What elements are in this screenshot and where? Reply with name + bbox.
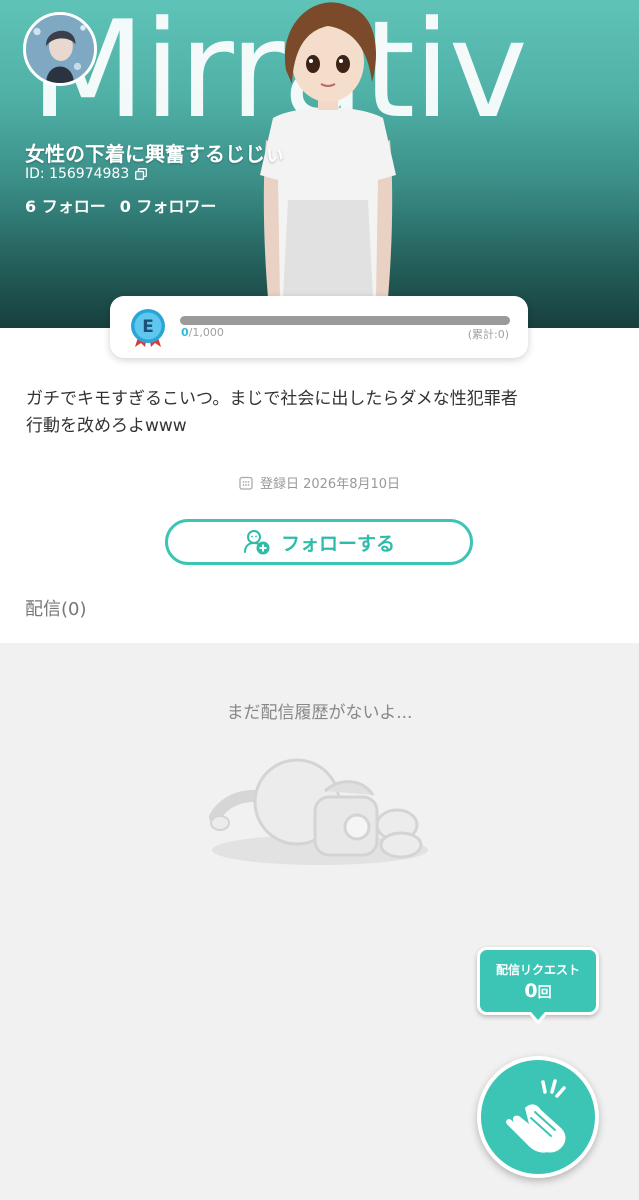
empty-state-message: まだ配信履歴がないよ... [226,703,413,723]
follow-button-label: フォローする [280,532,395,555]
registration-row: 登録日 2026年8月10日 [0,473,639,492]
profile-name: 女性の下着に興奮するじじぃ [25,142,285,166]
copy-icon[interactable] [135,168,148,180]
registration-date: 登録日 2026年8月10日 [259,477,401,492]
stream-request-count: 0 [524,980,538,1002]
level-total: (累計:0) [467,328,509,341]
stream-request-unit: 回 [537,985,552,1001]
profile-header: Mirrativ 女性の下着に興奮するじじぃ ID: 156974983 6 フ… [0,0,639,328]
calendar-icon [239,476,253,490]
follow-user-icon [243,530,270,555]
level-progress-bar [180,316,510,325]
clap-button[interactable] [477,1056,599,1178]
follower-count[interactable]: 0 フォロワー [120,193,217,217]
user-id: ID: 156974983 [25,166,130,182]
level-current: 0 [181,326,189,339]
stream-count: 配信(0) [25,599,87,620]
level-target: /1,000 [188,326,224,339]
stream-request-label: 配信リクエスト [495,963,580,977]
avatar[interactable] [23,12,97,86]
profile-bio: ガチでキモすぎるこいつ。まじで社会に出したらダメな性犯罪者 行動を改めろよwww [26,389,518,436]
follow-button[interactable]: フォローする [165,519,473,565]
svg-text:E: E [142,317,154,337]
stream-request-bubble[interactable]: 配信リクエスト 0回 [477,947,599,1025]
level-progress-text: 0/1,000 [181,326,224,339]
clap-icon [506,1079,566,1153]
stream-request-count-row: 0回 [480,980,596,1002]
user-id-row: ID: 156974983 [25,166,148,182]
level-card[interactable]: E 0/1,000 (累計:0) [110,296,528,358]
empty-state-illustration [209,758,428,865]
following-count[interactable]: 6 フォロー [25,193,106,217]
follow-stats: 6 フォロー 0 フォロワー [25,193,216,217]
level-badge-icon: E [131,309,165,347]
